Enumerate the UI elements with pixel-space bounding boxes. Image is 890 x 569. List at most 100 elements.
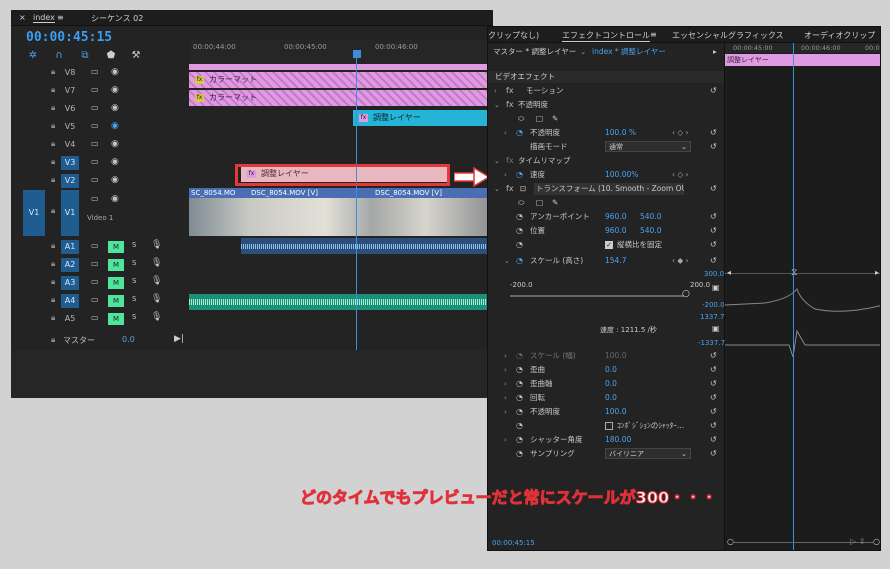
rotation-value[interactable]: 0.0: [605, 391, 617, 405]
pen-mask-icon[interactable]: ✎: [552, 196, 558, 210]
reset-icon[interactable]: ↺: [710, 210, 717, 224]
playhead-handle[interactable]: [353, 50, 361, 58]
rect-mask-icon[interactable]: □: [536, 112, 543, 126]
scale-slider-handle-icon[interactable]: ○: [682, 289, 690, 299]
linked-selection-icon[interactable]: ⧉: [80, 51, 90, 61]
tab-menu-icon[interactable]: ≡: [650, 30, 657, 39]
tab-source[interactable]: クリップなし): [488, 30, 539, 41]
tab-close-icon[interactable]: ×: [19, 13, 26, 22]
mute-button[interactable]: M: [108, 241, 124, 253]
chevron-down-icon[interactable]: ⌄: [580, 45, 586, 59]
mute-button[interactable]: M: [108, 295, 124, 307]
solo-button[interactable]: S: [132, 277, 136, 285]
collapse-icon[interactable]: ⌄: [504, 254, 510, 268]
mic-icon[interactable]: 🎙︎: [151, 294, 162, 304]
nest-icon[interactable]: ✲: [28, 51, 38, 61]
eye-icon[interactable]: ◉: [111, 103, 119, 113]
sync-icon[interactable]: ▭: [91, 121, 99, 130]
reset-icon[interactable]: ↺: [710, 84, 717, 98]
master-clip-label[interactable]: マスター * 調整レイヤー: [493, 45, 576, 59]
keyframe-nav-icon[interactable]: ‹ ◆ ›: [672, 254, 689, 268]
stopwatch-icon[interactable]: ◔: [516, 447, 523, 461]
reset-icon[interactable]: ↺: [710, 254, 717, 268]
stopwatch-icon[interactable]: ◔: [516, 363, 523, 377]
position-y-value[interactable]: 540.0: [640, 224, 661, 238]
stopwatch-icon[interactable]: ◔: [516, 391, 523, 405]
expand-icon[interactable]: ›: [504, 363, 507, 377]
track-id[interactable]: A5: [61, 312, 79, 326]
opacity-section[interactable]: ⌄ fx 不透明度: [488, 98, 724, 112]
stopwatch-icon[interactable]: ◔: [516, 405, 523, 419]
anchor-y-value[interactable]: 540.0: [640, 210, 661, 224]
mic-icon[interactable]: 🎙︎: [151, 240, 162, 250]
mic-icon[interactable]: 🎙︎: [151, 276, 162, 286]
sampling-select[interactable]: バイリニア ⌄: [605, 448, 691, 459]
reset-icon[interactable]: ↺: [710, 377, 717, 391]
uniform-scale-checkbox[interactable]: ✓: [605, 241, 613, 249]
tab-index[interactable]: index: [33, 13, 55, 23]
lock-icon[interactable]: 🔒︎: [51, 157, 58, 166]
stopwatch-icon[interactable]: ◔: [516, 377, 523, 391]
ec-playhead[interactable]: [793, 43, 794, 550]
skew-axis-value[interactable]: 0.0: [605, 377, 617, 391]
value-graph[interactable]: [725, 275, 881, 365]
sync-icon[interactable]: ▭: [91, 157, 99, 166]
anchor-x-value[interactable]: 960.0: [605, 210, 626, 224]
playhead[interactable]: [356, 54, 357, 398]
reset-icon[interactable]: ↺: [710, 140, 717, 154]
reset-icon[interactable]: ↺: [710, 391, 717, 405]
scale-width-row[interactable]: › ◔ スケール (幅) 100.0 ↺: [488, 349, 724, 363]
solo-button[interactable]: S: [132, 295, 136, 303]
master-volume[interactable]: 0.0: [122, 335, 135, 344]
expand-icon[interactable]: ›: [494, 84, 497, 98]
solo-button[interactable]: S: [132, 259, 136, 267]
opacity2-row[interactable]: › ◔ 不透明度 100.0 ↺: [488, 405, 724, 419]
lock-icon[interactable]: 🔒︎: [51, 259, 58, 268]
sync-icon[interactable]: ▭: [91, 139, 99, 148]
lock-icon[interactable]: 🔒︎: [51, 175, 58, 184]
scale-height-value[interactable]: 154.7: [605, 254, 626, 268]
track-id[interactable]: A1: [61, 240, 79, 254]
sync-icon[interactable]: ▭: [91, 175, 99, 184]
track-id[interactable]: V1: [61, 190, 79, 236]
stopwatch-icon[interactable]: ◔: [516, 419, 523, 433]
mic-icon[interactable]: 🎙︎: [151, 258, 162, 268]
collapse-icon[interactable]: ⌄: [494, 154, 500, 168]
graph-toggle-icon[interactable]: ▣: [712, 283, 720, 292]
stopwatch-icon[interactable]: ◔: [516, 349, 523, 363]
keyframe-nav-icon[interactable]: ‹ ◇ ›: [672, 168, 689, 182]
expand-icon[interactable]: ›: [504, 377, 507, 391]
opacity-value[interactable]: 100.0 %: [605, 126, 636, 140]
sync-icon[interactable]: ▭: [91, 67, 99, 76]
reset-icon[interactable]: ↺: [710, 363, 717, 377]
clip-v1-video[interactable]: SC_8054.MO DSC_8054.MOV [V] DSC_8054.MOV…: [189, 188, 493, 236]
eye-icon[interactable]: ◉: [111, 139, 119, 149]
lock-icon[interactable]: 🔒︎: [51, 103, 58, 112]
filter-icon[interactable]: ▷ ⇪: [850, 537, 865, 546]
lock-icon[interactable]: 🔒︎: [51, 121, 58, 130]
sequence-clip-label[interactable]: index * 調整レイヤー: [592, 45, 666, 59]
tab-essential-graphics[interactable]: エッセンシャルグラフィックス: [672, 30, 784, 41]
reset-icon[interactable]: ↺: [710, 419, 717, 433]
skew-axis-row[interactable]: › ◔ 歪曲軸 0.0 ↺: [488, 377, 724, 391]
expand-icon[interactable]: ›: [504, 433, 507, 447]
mute-button[interactable]: M: [108, 277, 124, 289]
tab-effect-controls[interactable]: エフェクトコントロール: [562, 30, 650, 42]
composition-shutter-row[interactable]: ◔ ｺﾝﾎﾟｼﾞｼｮﾝのｼｬｯﾀｰ... ↺: [488, 419, 724, 433]
eye-icon[interactable]: ◉: [111, 194, 119, 204]
ellipse-mask-icon[interactable]: ⬭: [518, 196, 524, 210]
opacity-row[interactable]: › ◔ 不透明度 100.0 % ‹ ◇ › ↺: [488, 126, 724, 140]
transform-section[interactable]: ⌄ fx ⊡ トランスフォーム (10. Smooth - Zoom OUT) ↺: [488, 182, 724, 196]
scale-width-value[interactable]: 100.0: [605, 349, 626, 363]
expand-icon[interactable]: ›: [504, 168, 507, 182]
graph-toggle-icon[interactable]: ▣: [712, 324, 720, 333]
shutter-angle-value[interactable]: 180.00: [605, 433, 631, 447]
ec-ruler[interactable]: 00:00:45:00 00:00:46:00 00:00:47: [725, 43, 880, 53]
anchor-row[interactable]: ◔ アンカーポイント 960.0 540.0 ↺: [488, 210, 724, 224]
lock-icon[interactable]: 🔒︎: [51, 335, 58, 344]
wrench-icon[interactable]: ⚒: [131, 51, 141, 61]
mic-icon[interactable]: 🎙︎: [151, 312, 162, 322]
stopwatch-icon[interactable]: ◔: [516, 210, 523, 224]
lock-icon[interactable]: 🔒︎: [51, 139, 58, 148]
lock-icon[interactable]: 🔒︎: [51, 67, 58, 76]
